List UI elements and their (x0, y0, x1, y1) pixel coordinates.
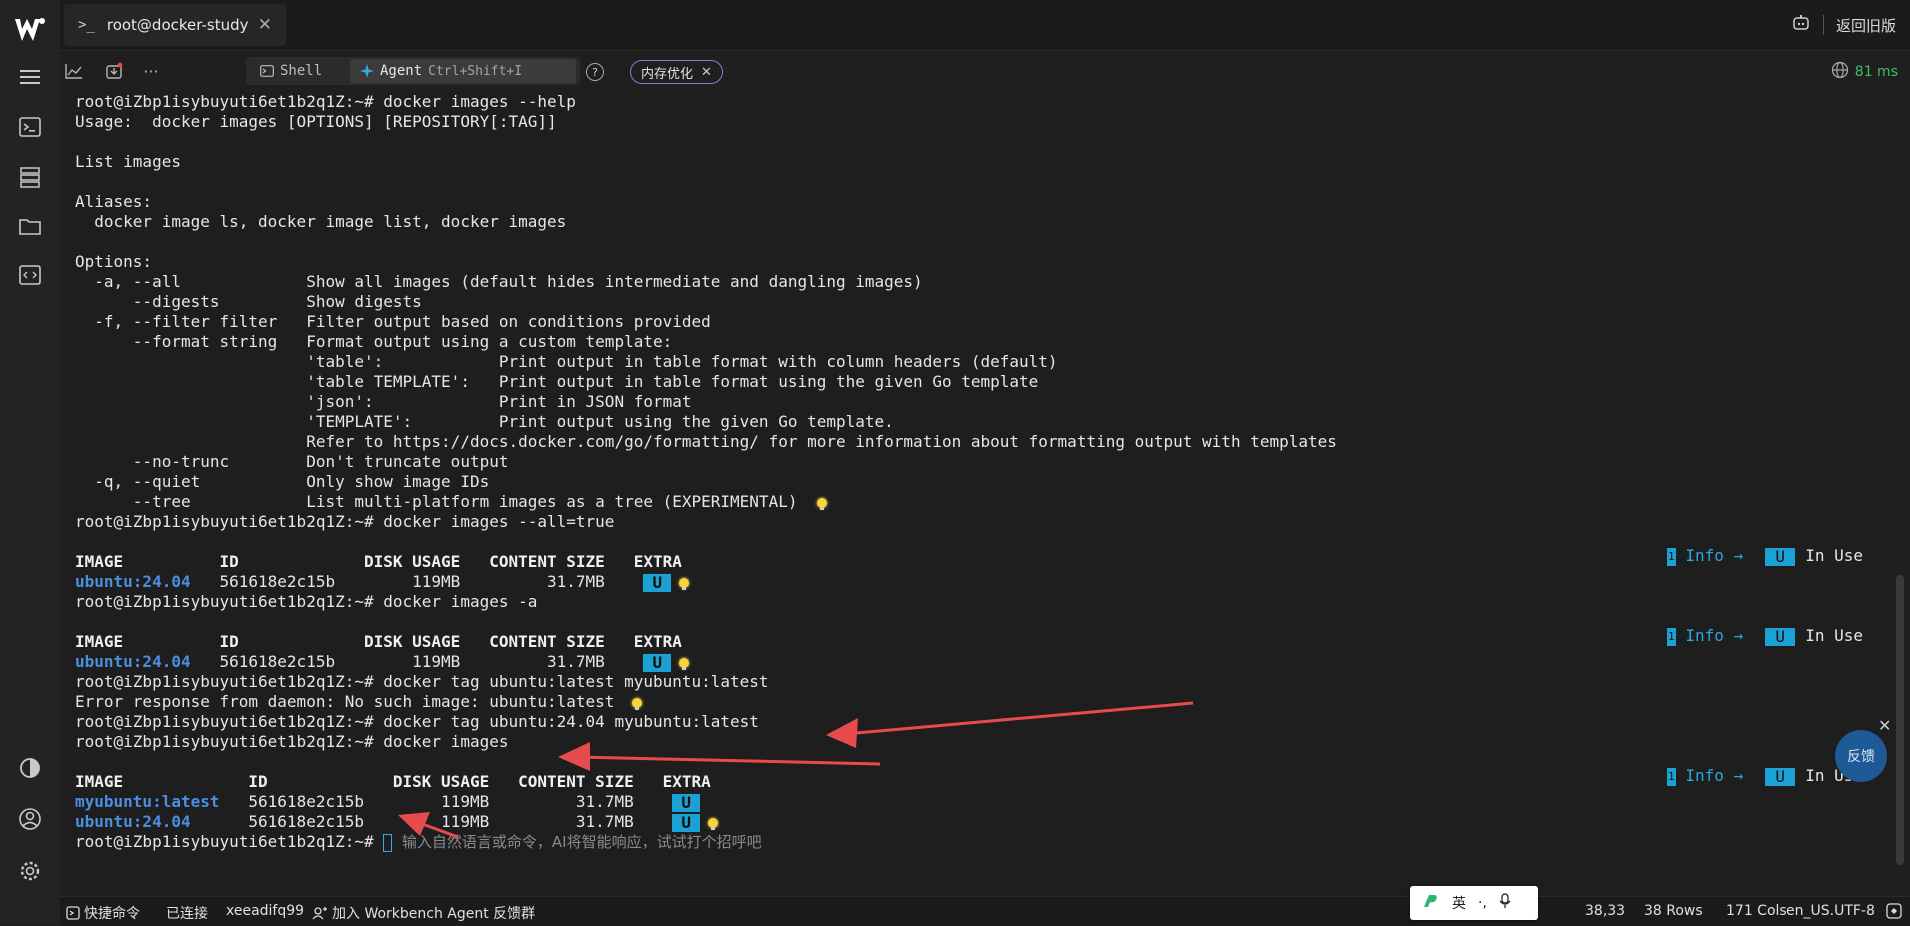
ime-logo-icon (1422, 893, 1440, 913)
ime-language[interactable]: 英 (1452, 893, 1466, 913)
quick-command-icon (66, 906, 80, 920)
cursor-position: 38,33 (1585, 903, 1626, 919)
quick-command-label: 快捷命令 (84, 906, 140, 922)
encoding[interactable]: en_US.UTF-8 (1786, 903, 1875, 919)
quick-command[interactable]: 快捷命令 (66, 903, 140, 923)
connection-status: 已连接 (166, 906, 208, 922)
group-icon (312, 907, 327, 920)
rows-count: 38 Rows (1644, 903, 1703, 919)
microphone-icon[interactable] (1499, 893, 1511, 913)
annotation-arrow (398, 812, 459, 839)
status-bar: 快捷命令 已连接 xeeadifq99 加入 Workbench Agent 反… (60, 896, 1910, 926)
annotation-arrow (558, 742, 881, 771)
cols-count: 171 Cols (1726, 903, 1787, 919)
username: xeeadifq99 (226, 903, 305, 919)
annotation-arrow (826, 701, 1194, 748)
join-feedback-group[interactable]: 加入 Workbench Agent 反馈群 (312, 903, 535, 923)
ime-toolbar[interactable]: 英 ·, (1410, 886, 1538, 920)
ai-status-icon[interactable] (1886, 903, 1902, 920)
join-group-label: 加入 Workbench Agent 反馈群 (332, 906, 536, 922)
annotation-arrows (398, 701, 1194, 839)
ime-punctuation[interactable]: ·, (1478, 895, 1487, 911)
